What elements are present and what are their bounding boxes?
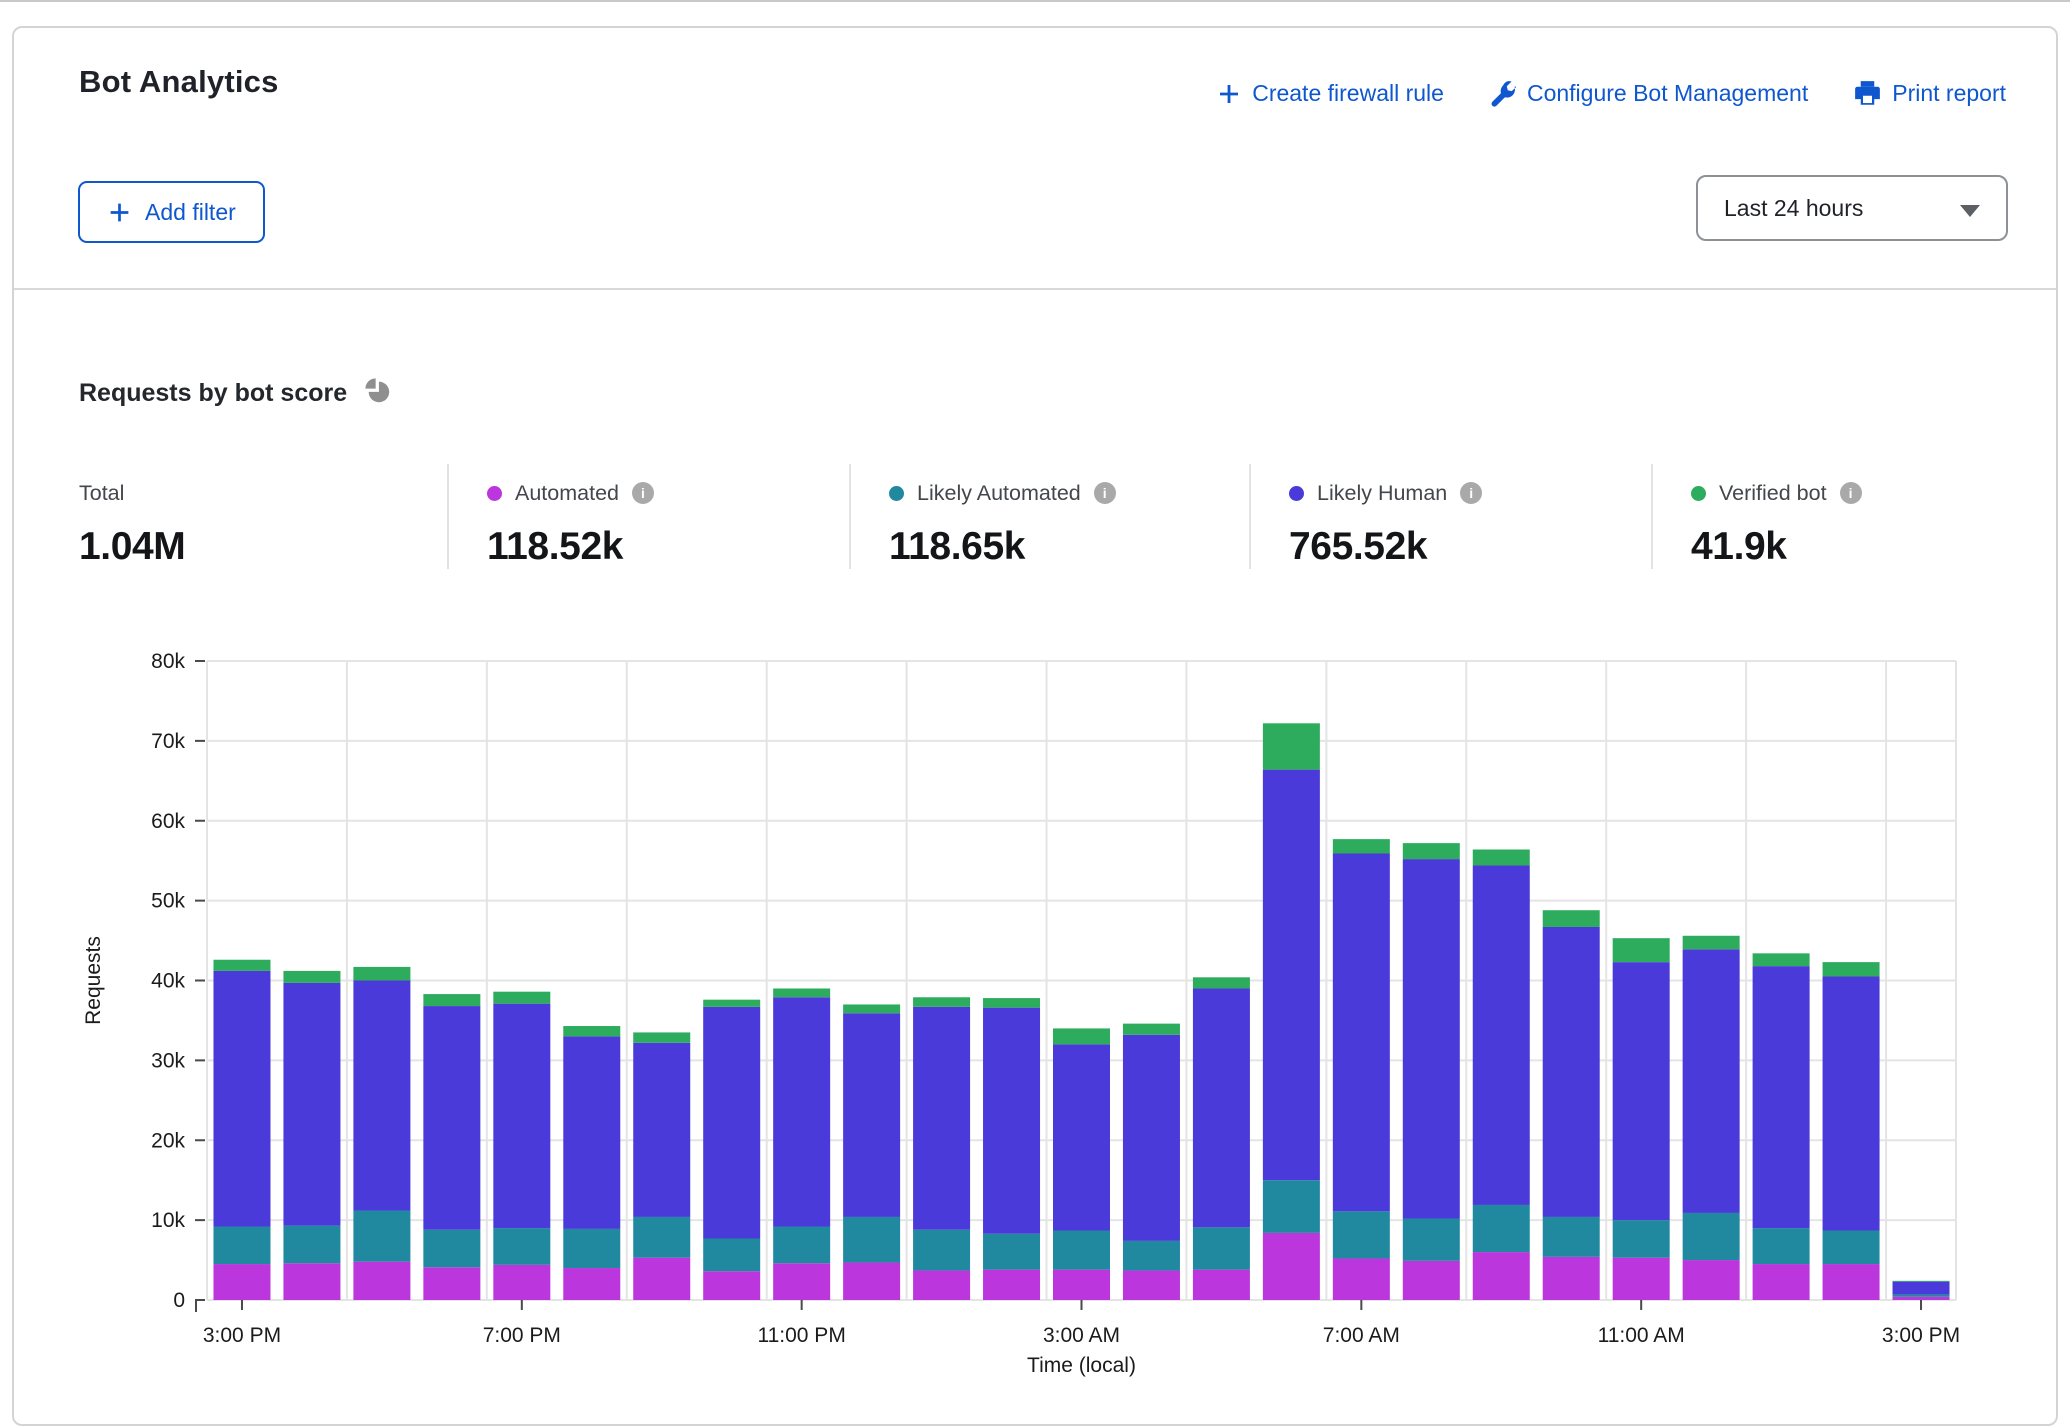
svg-text:30k: 30k <box>151 1049 185 1072</box>
printer-icon <box>1854 80 1881 107</box>
stat-likely-automated-label: Likely Automated <box>917 481 1081 506</box>
print-report-link[interactable]: Print report <box>1854 80 2006 107</box>
svg-text:3:00 PM: 3:00 PM <box>1882 1324 1960 1347</box>
stat-verified-bot-value: 41.9k <box>1691 525 2021 569</box>
svg-text:0: 0 <box>173 1289 185 1312</box>
create-firewall-rule-label: Create firewall rule <box>1252 80 1444 107</box>
svg-text:11:00 AM: 11:00 AM <box>1598 1324 1685 1347</box>
info-icon[interactable]: i <box>1460 482 1482 504</box>
requests-by-bot-score-chart: 0 10k 20k 30k 40k 50k 60k 70k 80k 3:00 PM 7:00 PM 1… <box>0 600 2070 1394</box>
pie-chart-icon <box>364 377 392 410</box>
likely-automated-dot-icon <box>889 486 904 501</box>
stat-total-label: Total <box>79 481 124 506</box>
verified-bot-dot-icon <box>1691 486 1706 501</box>
create-firewall-rule-link[interactable]: Create firewall rule <box>1217 80 1444 107</box>
configure-bot-management-link[interactable]: Configure Bot Management <box>1490 80 1808 107</box>
section-title-row: Requests by bot score <box>79 377 392 410</box>
svg-text:7:00 PM: 7:00 PM <box>483 1324 561 1347</box>
stat-likely-human: Likely Human i 765.52k <box>1249 464 1651 569</box>
info-icon[interactable]: i <box>1840 482 1862 504</box>
likely-human-dot-icon <box>1289 486 1304 501</box>
svg-text:3:00 AM: 3:00 AM <box>1043 1324 1120 1347</box>
page-top-rule <box>0 0 2070 2</box>
stat-verified-bot: Verified bot i 41.9k <box>1651 464 2021 569</box>
svg-text:10k: 10k <box>151 1209 185 1232</box>
svg-text:20k: 20k <box>151 1129 185 1152</box>
section-title: Requests by bot score <box>79 379 347 408</box>
info-icon[interactable]: i <box>1094 482 1116 504</box>
stat-automated: Automated i 118.52k <box>447 464 849 569</box>
info-icon[interactable]: i <box>632 482 654 504</box>
configure-bot-management-label: Configure Bot Management <box>1527 80 1808 107</box>
svg-text:11:00 PM: 11:00 PM <box>757 1324 845 1347</box>
print-report-label: Print report <box>1892 80 2006 107</box>
svg-text:Requests: Requests <box>82 936 105 1025</box>
plus-icon <box>107 200 132 225</box>
svg-text:40k: 40k <box>151 970 185 993</box>
add-filter-button[interactable]: Add filter <box>78 181 265 243</box>
add-filter-label: Add filter <box>145 199 236 226</box>
page-title: Bot Analytics <box>79 64 279 100</box>
chevron-down-icon <box>1960 205 1980 217</box>
stat-likely-human-value: 765.52k <box>1289 525 1651 569</box>
time-range-select[interactable]: Last 24 hours <box>1696 175 2008 241</box>
stat-automated-value: 118.52k <box>487 525 849 569</box>
time-range-value: Last 24 hours <box>1724 195 1863 222</box>
stat-likely-human-label: Likely Human <box>1317 481 1447 506</box>
stat-likely-automated-value: 118.65k <box>889 525 1249 569</box>
stat-automated-label: Automated <box>515 481 619 506</box>
stats-row: Total 1.04M Automated i 118.52k Likely A… <box>79 464 2021 569</box>
svg-text:7:00 AM: 7:00 AM <box>1323 1324 1400 1347</box>
stat-total: Total 1.04M <box>79 464 447 569</box>
svg-text:70k: 70k <box>151 730 185 753</box>
stat-verified-bot-label: Verified bot <box>1719 481 1827 506</box>
svg-text:Time (local): Time (local) <box>1027 1354 1136 1377</box>
stat-total-value: 1.04M <box>79 525 447 569</box>
svg-text:50k: 50k <box>151 890 185 913</box>
svg-text:80k: 80k <box>151 650 185 673</box>
wrench-icon <box>1490 81 1516 107</box>
svg-text:60k: 60k <box>151 810 185 833</box>
svg-text:3:00 PM: 3:00 PM <box>203 1324 281 1347</box>
card-header: Bot Analytics Create firewall rule Confi… <box>14 28 2056 290</box>
plus-icon <box>1217 82 1241 106</box>
header-actions: Create firewall rule Configure Bot Manag… <box>1217 80 2006 107</box>
automated-dot-icon <box>487 486 502 501</box>
stat-likely-automated: Likely Automated i 118.65k <box>849 464 1249 569</box>
